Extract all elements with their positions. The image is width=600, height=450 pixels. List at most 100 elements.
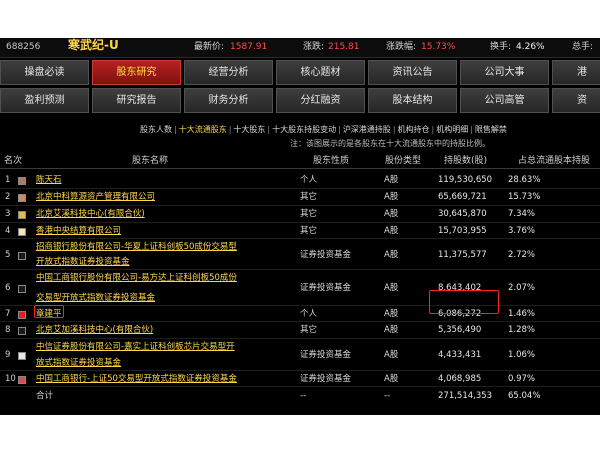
main-nav-row-1: 操盘必读 股东研究 经营分析 核心题材 资讯公告 公司大事 港 (0, 60, 600, 85)
shareholder-subtabs: 股东人数 | 十大流通股东 | 十大股东 | 十大股东持股变动 | 沪深港通持股 | 机构持仓 | 机构… (140, 125, 507, 134)
change-label: 涨跌: (303, 42, 325, 52)
row-float-pct: 0.97% (508, 374, 536, 384)
table-row[interactable]: 9 中信证券股份有限公司-嘉实上证科创板芯片交易型开 放式指数证券投资基金 证券投资基… (0, 339, 600, 371)
row-share-type: A股 (384, 309, 399, 319)
row-holder-name[interactable]: 中信证券股份有限公司-嘉实上证科创板芯片交易型开 (36, 340, 235, 354)
table-row[interactable]: 4 香港中央结算有限公司 其它 A股 15,703,955 3.76% (0, 223, 600, 239)
col-holder-nature: 股东性质 (313, 156, 350, 166)
row-share-type: A股 (384, 374, 399, 384)
stock-code: 688256 (6, 42, 41, 52)
legend-swatch (18, 327, 26, 335)
nav-research-reports[interactable]: 研究报告 (92, 88, 181, 113)
row-holder-name[interactable]: 陈天石 (36, 173, 62, 187)
row-rank: 1 (5, 175, 11, 185)
row-rank: 10 (5, 374, 16, 384)
latest-price-label: 最新价: (194, 42, 225, 52)
row-holding: 11,375,577 (438, 250, 487, 260)
row-rank: 4 (5, 226, 11, 236)
row-holder-name[interactable]: 北京艾加溪科技中心(有限合伙) (36, 323, 153, 337)
row-holding: 15,703,955 (438, 226, 487, 236)
col-rank: 名次 (4, 156, 23, 166)
row-float-pct: 1.46% (508, 309, 536, 319)
legend-swatch (18, 228, 26, 236)
nav-share-structure[interactable]: 股本结构 (368, 88, 457, 113)
total-pct: 65.04% (508, 391, 541, 401)
row-float-pct: 2.07% (508, 283, 536, 293)
nav-shareholder-research[interactable]: 股东研究 (92, 60, 181, 85)
row-holder-name[interactable]: 北京中科算源资产管理有限公司 (36, 190, 155, 204)
change-pct-label: 涨跌幅: (386, 42, 417, 52)
row-rank: 8 (5, 325, 11, 335)
legend-swatch (18, 194, 26, 202)
turnover-label: 换手: (490, 42, 512, 52)
highlight-box-name (34, 305, 64, 318)
nav-earnings-forecast[interactable]: 盈利预测 (0, 88, 89, 113)
row-holder-name-line2[interactable]: 放式指数证券投资基金 (36, 356, 121, 370)
row-share-type: A股 (384, 283, 399, 293)
row-holder-nature: 其它 (300, 192, 318, 202)
row-holder-name[interactable]: 中国工商银行股份有限公司-易方达上证科创板50成份 (36, 271, 237, 285)
table-total-row: 合计 -- -- 271,514,353 65.04% (0, 388, 600, 404)
subtab-top10-float[interactable]: 十大流通股东 (179, 125, 227, 134)
row-holder-nature: 证券投资基金 (300, 250, 352, 260)
subtab-lockup-release[interactable]: 限售解禁 (475, 125, 507, 134)
legend-swatch (18, 252, 26, 260)
row-holder-nature: 证券投资基金 (300, 374, 352, 384)
row-rank: 5 (5, 250, 11, 260)
row-holder-name[interactable]: 招商银行股份有限公司-华夏上证科创板50成份交易型 (36, 240, 237, 254)
latest-price-value: 1587.91 (230, 42, 268, 52)
app-root: 688256 寒武纪-U 最新价: 1587.91 涨跌: 215.81 涨跌幅… (0, 0, 600, 450)
row-holding: 4,433,431 (438, 350, 482, 360)
nav-core-themes[interactable]: 核心题材 (276, 60, 365, 85)
row-holder-name[interactable]: 香港中央结算有限公司 (36, 224, 121, 238)
row-holder-name[interactable]: 北京艾溪科技中心(有限合伙) (36, 207, 145, 221)
nav-capital[interactable]: 资 (552, 88, 600, 113)
table-row[interactable]: 8 北京艾加溪科技中心(有限合伙) 其它 A股 5,356,490 1.28% (0, 322, 600, 339)
row-share-type: A股 (384, 250, 399, 260)
table-row[interactable]: 7 章建平 个人 A股 6,086,272 1.46% (0, 306, 600, 322)
nav-executives[interactable]: 公司高管 (460, 88, 549, 113)
row-divider (0, 386, 600, 387)
stock-name: 寒武纪-U (68, 38, 119, 52)
row-rank: 7 (5, 309, 11, 319)
legend-swatch (18, 285, 26, 293)
row-holder-name-line2[interactable]: 交易型开放式指数证券投资基金 (36, 291, 155, 305)
subtab-holder-count[interactable]: 股东人数 (140, 125, 172, 134)
table-header: 名次 股东名称 股东性质 股份类型 持股数(股) 占总流通股本持股 (0, 154, 600, 169)
row-share-type: A股 (384, 350, 399, 360)
table-row[interactable]: 3 北京艾溪科技中心(有限合伙) 其它 A股 30,645,870 7.34% (0, 206, 600, 223)
table-row[interactable]: 5 招商银行股份有限公司-华夏上证科创板50成份交易型 开放式指数证券投资基金 证券投… (0, 239, 600, 270)
total-volume-label: 总手: (572, 42, 594, 52)
row-holding: 4,068,985 (438, 374, 482, 384)
subtab-top10-changes[interactable]: 十大股东持股变动 (272, 125, 336, 134)
nav-company-events[interactable]: 公司大事 (460, 60, 549, 85)
row-holding: 119,530,650 (438, 175, 493, 185)
row-share-type: A股 (384, 175, 399, 185)
nav-news[interactable]: 资讯公告 (368, 60, 457, 85)
col-share-type: 股份类型 (385, 156, 422, 166)
total-type: -- (384, 391, 391, 401)
subtab-institution-details[interactable]: 机构明细 (436, 125, 468, 134)
row-holder-name[interactable]: 中国工商银行-上证50交易型开放式指数证券投资基金 (36, 372, 237, 386)
row-share-type: A股 (384, 209, 399, 219)
row-holding: 30,645,870 (438, 209, 487, 219)
nav-hk[interactable]: 港 (552, 60, 600, 85)
highlight-box-holding (429, 290, 499, 314)
subtab-connect-holdings[interactable]: 沪深港通持股 (343, 125, 391, 134)
row-float-pct: 1.06% (508, 350, 536, 360)
nav-dividend-financing[interactable]: 分红融资 (276, 88, 365, 113)
nav-must-read[interactable]: 操盘必读 (0, 60, 89, 85)
table-row[interactable]: 2 北京中科算源资产管理有限公司 其它 A股 65,669,721 15.73% (0, 189, 600, 206)
total-holding: 271,514,353 (438, 391, 493, 401)
table-row[interactable]: 10 中国工商银行-上证50交易型开放式指数证券投资基金 证券投资基金 A股 4,068… (0, 371, 600, 387)
subtab-institution-holdings[interactable]: 机构持仓 (398, 125, 430, 134)
row-holder-name-line2[interactable]: 开放式指数证券投资基金 (36, 255, 130, 269)
nav-financial-analysis[interactable]: 财务分析 (184, 88, 273, 113)
table-row[interactable]: 1 陈天石 个人 A股 119,530,650 28.63% (0, 172, 600, 189)
row-rank: 2 (5, 192, 11, 202)
nav-operations[interactable]: 经营分析 (184, 60, 273, 85)
subtab-top10[interactable]: 十大股东 (233, 125, 265, 134)
row-share-type: A股 (384, 226, 399, 236)
row-float-pct: 2.72% (508, 250, 536, 260)
table-row[interactable]: 6 中国工商银行股份有限公司-易方达上证科创板50成份 交易型开放式指数证券投资基金… (0, 270, 600, 306)
